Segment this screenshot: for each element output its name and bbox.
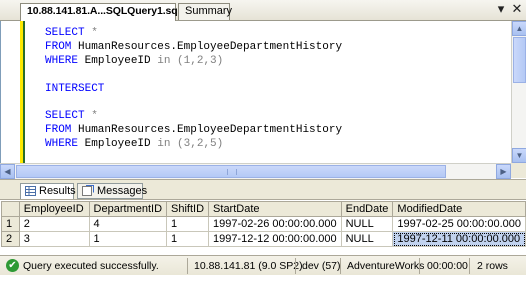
row-number-header: [1, 201, 20, 217]
code-line: SELECT *: [45, 27, 342, 41]
code-line: WHERE EmployeeID in (1,2,3): [45, 55, 342, 69]
vertical-scroll-thumb[interactable]: [513, 37, 526, 83]
operator: *: [84, 110, 98, 123]
code-line: SELECT *: [45, 110, 342, 124]
status-bar: ✔ Query executed successfully. 10.88.141…: [0, 255, 526, 276]
window-bottom-margin: [0, 275, 526, 287]
keyword: WHERE: [45, 54, 79, 67]
keyword: INTERSECT: [45, 82, 105, 95]
code-line: WHERE EmployeeID in (3,2,5): [45, 138, 342, 152]
keyword: FROM: [45, 40, 72, 53]
keyword: FROM: [45, 124, 72, 137]
column-header[interactable]: EndDate: [340, 201, 394, 217]
status-divider: [295, 258, 296, 274]
table-cell[interactable]: 1997-02-25 00:00:00.000: [392, 216, 526, 232]
table-cell[interactable]: 4: [88, 216, 168, 232]
status-message: Query executed successfully.: [23, 260, 159, 272]
grip-icon: [227, 169, 237, 175]
table-row[interactable]: 1 2 4 1 1997-02-26 00:00:00.000 NULL 199…: [1, 216, 526, 232]
grid-icon: [25, 186, 36, 199]
tab-results[interactable]: Results: [20, 183, 76, 200]
identifier: EmployeeID: [78, 54, 158, 67]
status-divider: [187, 258, 188, 274]
status-divider: [419, 258, 420, 274]
literal-list: (3,2,5): [170, 138, 224, 151]
status-row-count: 2 rows: [477, 260, 508, 272]
tab-sqlquery1[interactable]: 10.88.141.81.A...SQLQuery1.sql*: [20, 3, 185, 21]
editor-horizontal-scrollbar[interactable]: ◀ ▶: [0, 163, 511, 179]
table-cell[interactable]: NULL: [340, 216, 394, 232]
column-header[interactable]: DepartmentID: [88, 201, 168, 217]
tab-messages[interactable]: Messages: [77, 183, 147, 199]
messages-icon: [82, 185, 94, 199]
scroll-right-icon[interactable]: ▶: [496, 164, 511, 179]
row-number[interactable]: 2: [1, 231, 20, 247]
identifier: HumanResources.EmployeeDepartmentHistory: [71, 124, 343, 137]
tab-results-label: Results: [39, 185, 76, 197]
table-cell[interactable]: 1997-02-26 00:00:00.000: [208, 216, 342, 232]
query-editor[interactable]: SELECT * FROM HumanResources.EmployeeDep…: [0, 21, 512, 163]
code-line: FROM HumanResources.EmployeeDepartmentHi…: [45, 41, 342, 55]
status-elapsed-time: 00:00:00: [427, 260, 468, 272]
table-cell[interactable]: 1: [88, 231, 168, 247]
column-header[interactable]: ShiftID: [166, 201, 210, 217]
saved-margin: [23, 21, 25, 163]
scroll-up-icon[interactable]: ▲: [512, 21, 526, 36]
operator: in: [157, 54, 171, 67]
status-divider: [469, 258, 470, 274]
table-cell[interactable]: 1997-12-12 00:00:00.000: [208, 231, 342, 247]
results-table: EmployeeID DepartmentID ShiftID StartDat…: [1, 201, 526, 247]
operator: *: [84, 27, 98, 39]
code-line: FROM HumanResources.EmployeeDepartmentHi…: [45, 124, 342, 138]
code-area[interactable]: SELECT * FROM HumanResources.EmployeeDep…: [45, 27, 342, 152]
status-database: AdventureWorks: [347, 260, 425, 272]
close-icon[interactable]: ✕: [510, 2, 524, 16]
status-server: 10.88.141.81 (9.0 SP2): [194, 260, 303, 272]
horizontal-scroll-thumb[interactable]: [16, 165, 446, 178]
column-header[interactable]: ModifiedDate: [392, 201, 526, 217]
scrollbar-corner: [511, 163, 526, 178]
column-header[interactable]: StartDate: [208, 201, 342, 217]
editor-vertical-scrollbar[interactable]: ▲ ▼: [511, 21, 526, 163]
header-row: EmployeeID DepartmentID ShiftID StartDat…: [1, 201, 526, 217]
window-dropdown-icon[interactable]: ▾: [494, 2, 508, 16]
table-cell[interactable]: 2: [18, 216, 90, 232]
identifier: EmployeeID: [78, 138, 158, 151]
table-cell[interactable]: 1: [166, 216, 210, 232]
keyword: SELECT: [45, 27, 85, 39]
column-header[interactable]: EmployeeID: [18, 201, 90, 217]
document-tab-strip: 10.88.141.81.A...SQLQuery1.sql* Summary …: [0, 0, 526, 21]
scroll-left-icon[interactable]: ◀: [0, 164, 15, 179]
keyword: WHERE: [45, 138, 79, 151]
identifier: HumanResources.EmployeeDepartmentHistory: [71, 40, 343, 53]
tab-summary[interactable]: Summary: [178, 3, 232, 20]
table-cell[interactable]: 3: [18, 231, 90, 247]
operator: in: [157, 138, 171, 151]
selected-cell[interactable]: 1997-12-11 00:00:00.000: [392, 231, 526, 247]
success-check-icon: ✔: [6, 259, 19, 272]
status-divider: [340, 258, 341, 274]
results-grid[interactable]: EmployeeID DepartmentID ShiftID StartDat…: [0, 199, 526, 252]
literal-list: (1,2,3): [170, 54, 224, 67]
tab-messages-label: Messages: [97, 185, 148, 197]
table-row[interactable]: 2 3 1 1 1997-12-12 00:00:00.000 NULL 199…: [1, 231, 526, 247]
row-number[interactable]: 1: [1, 216, 20, 232]
results-tab-strip: Results Messages: [0, 179, 526, 200]
table-cell[interactable]: NULL: [340, 231, 394, 247]
scroll-down-icon[interactable]: ▼: [512, 148, 526, 163]
status-user: dev (57): [302, 260, 341, 272]
table-cell[interactable]: 1: [166, 231, 210, 247]
keyword: SELECT: [45, 110, 85, 123]
code-line: INTERSECT: [45, 83, 342, 97]
